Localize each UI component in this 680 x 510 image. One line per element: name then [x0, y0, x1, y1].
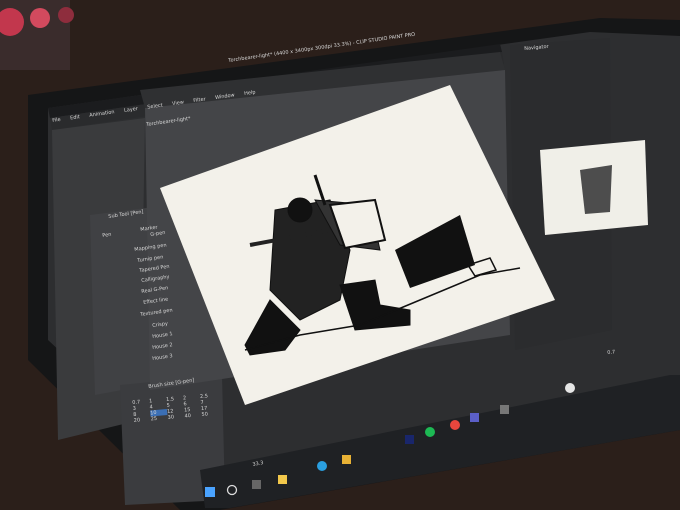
teams-icon[interactable]: [470, 413, 479, 422]
task-view-icon[interactable]: [252, 480, 261, 489]
photoshop-icon[interactable]: [405, 435, 414, 444]
clip-studio-icon[interactable]: [565, 383, 575, 393]
edge-icon[interactable]: [317, 461, 327, 471]
start-icon[interactable]: [205, 487, 215, 497]
chrome-icon[interactable]: [450, 420, 460, 430]
spotify-icon[interactable]: [425, 427, 435, 437]
navigator-figure: [580, 165, 612, 214]
navigator-zoom-readout[interactable]: 0.7: [607, 349, 615, 356]
pink-flower-2: [30, 8, 50, 28]
menu-file[interactable]: File: [52, 117, 61, 124]
tablet-photo-scene: [0, 0, 680, 510]
folder-icon[interactable]: [342, 455, 351, 464]
pink-flower-3: [58, 7, 74, 23]
subtool-tab-pen[interactable]: Pen: [102, 232, 112, 239]
file-explorer-icon[interactable]: [278, 475, 287, 484]
store-icon[interactable]: [500, 405, 509, 414]
